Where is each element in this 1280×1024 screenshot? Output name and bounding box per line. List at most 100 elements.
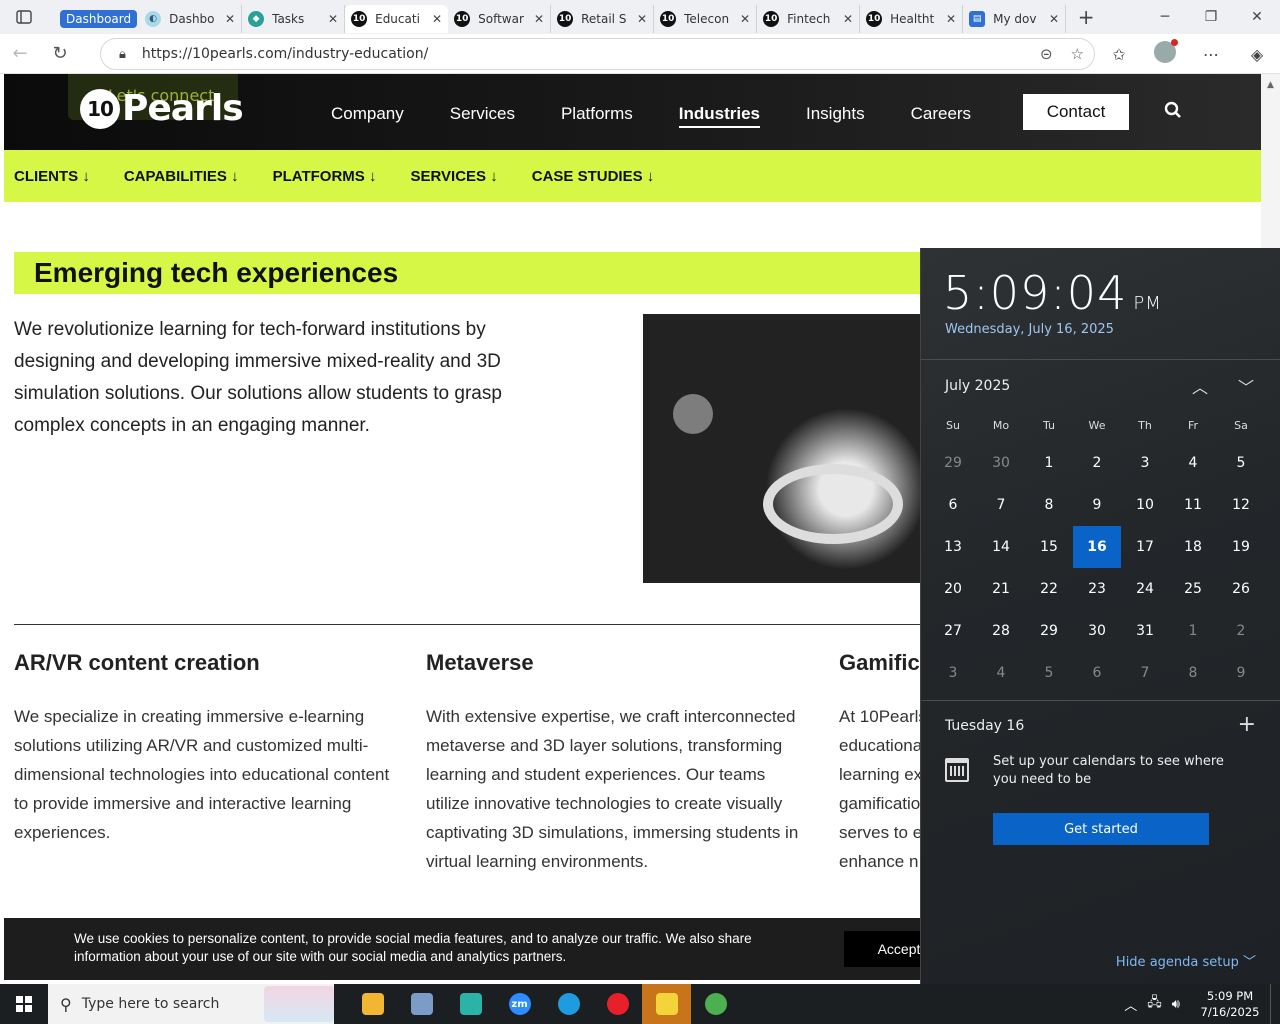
calendar-day[interactable]: 30	[1073, 610, 1121, 652]
browser-tab[interactable]: 10 Telecon ✕	[654, 5, 758, 33]
taskbar-edge-app[interactable]	[544, 984, 593, 1024]
url-field[interactable]: 🔒︎ https://10pearls.com/industry-educati…	[100, 38, 1095, 70]
close-tab-icon[interactable]: ✕	[946, 12, 956, 26]
taskbar-opera-app[interactable]	[593, 984, 642, 1024]
calendar-day[interactable]: 6	[929, 484, 977, 526]
calendar-day[interactable]: 26	[1217, 568, 1265, 610]
calendar-day[interactable]: 9	[1073, 484, 1121, 526]
calendar-day[interactable]: 31	[1121, 610, 1169, 652]
close-tab-icon[interactable]: ✕	[843, 12, 853, 26]
close-tab-icon[interactable]: ✕	[637, 12, 647, 26]
calendar-day[interactable]: 18	[1169, 526, 1217, 568]
add-event-icon[interactable]: +	[1238, 712, 1256, 737]
taskbar-zoom-app[interactable]: zm	[495, 984, 544, 1024]
close-tab-icon[interactable]: ✕	[225, 12, 235, 26]
calendar-day[interactable]: 5	[1025, 652, 1073, 694]
nav-item-industries[interactable]: Industries	[678, 104, 760, 128]
calendar-day[interactable]: 8	[1169, 652, 1217, 694]
taskbar-sticky-notes-app[interactable]	[642, 984, 691, 1024]
chevron-up-icon[interactable]: ︿	[1192, 374, 1208, 398]
nav-item-company[interactable]: Company	[331, 104, 404, 128]
subnav-item[interactable]: PLATFORMS ↓	[273, 168, 377, 185]
back-icon[interactable]: ←	[0, 34, 40, 74]
calendar-day[interactable]: 1	[1169, 610, 1217, 652]
calendar-day[interactable]: 20	[929, 568, 977, 610]
more-menu-icon[interactable]: ⋯	[1188, 45, 1234, 64]
calendar-day[interactable]: 9	[1217, 652, 1265, 694]
calendar-day[interactable]: 4	[977, 652, 1025, 694]
reader-icon[interactable]: ⊝	[1040, 45, 1053, 63]
browser-tab[interactable]: ◐ Dashbo ✕	[139, 5, 243, 33]
calendar-day-today[interactable]: 16	[1073, 526, 1121, 568]
lock-icon[interactable]: 🔒︎	[119, 47, 126, 62]
close-window-icon[interactable]: ✕	[1234, 0, 1280, 34]
subnav-item[interactable]: CLIENTS ↓	[14, 168, 90, 185]
copilot-icon[interactable]: ◈	[1234, 45, 1280, 64]
taskbar-diamond-app[interactable]	[446, 984, 495, 1024]
calendar-day[interactable]: 7	[1121, 652, 1169, 694]
browser-tab[interactable]: 10 Softwar ✕	[448, 5, 552, 33]
calendar-day[interactable]: 15	[1025, 526, 1073, 568]
calendar-day[interactable]: 1	[1025, 442, 1073, 484]
close-tab-icon[interactable]: ✕	[740, 12, 750, 26]
taskbar-clock[interactable]: 5:09 PM 7/16/2025	[1190, 988, 1270, 1020]
tab-group-chip[interactable]: Dashboard	[48, 5, 139, 33]
taskbar-search-box[interactable]: ⚲ Type here to search	[48, 984, 334, 1024]
favorites-icon[interactable]: ✩	[1096, 45, 1142, 64]
favorite-star-icon[interactable]: ☆	[1071, 45, 1084, 63]
calendar-day[interactable]: 13	[929, 526, 977, 568]
nav-item-services[interactable]: Services	[450, 104, 515, 128]
restore-icon[interactable]: ❐	[1188, 0, 1234, 34]
calendar-day[interactable]: 6	[1073, 652, 1121, 694]
get-started-button[interactable]: Get started	[993, 813, 1209, 845]
calendar-day[interactable]: 12	[1217, 484, 1265, 526]
taskbar-chrome-app[interactable]	[691, 984, 740, 1024]
contact-button[interactable]: Contact	[1023, 94, 1129, 130]
10pearls-logo[interactable]: 10 Pearls	[80, 88, 244, 129]
calendar-day[interactable]: 23	[1073, 568, 1121, 610]
start-button[interactable]	[0, 984, 48, 1024]
calendar-day[interactable]: 22	[1025, 568, 1073, 610]
calendar-day[interactable]: 28	[977, 610, 1025, 652]
close-tab-icon[interactable]: ✕	[432, 12, 442, 26]
calendar-day[interactable]: 14	[977, 526, 1025, 568]
minimize-icon[interactable]: ─	[1142, 0, 1188, 34]
calendar-day[interactable]: 4	[1169, 442, 1217, 484]
refresh-icon[interactable]: ↻	[40, 34, 80, 74]
month-label[interactable]: July 2025	[945, 378, 1010, 394]
hide-agenda-link[interactable]: Hide agenda setup ﹀	[1116, 951, 1256, 970]
calendar-day[interactable]: 10	[1121, 484, 1169, 526]
browser-tab[interactable]: ◆ Tasks ✕	[242, 5, 346, 33]
calendar-day[interactable]: 11	[1169, 484, 1217, 526]
browser-tab[interactable]: 10 Educati ✕	[345, 5, 449, 33]
calendar-day[interactable]: 29	[1025, 610, 1073, 652]
calendar-day[interactable]: 29	[929, 442, 977, 484]
calendar-day[interactable]: 8	[1025, 484, 1073, 526]
calendar-day[interactable]: 7	[977, 484, 1025, 526]
close-tab-icon[interactable]: ✕	[328, 12, 338, 26]
chevron-up-icon[interactable]: ︿	[1124, 995, 1137, 1014]
calendar-day[interactable]: 30	[977, 442, 1025, 484]
calendar-day[interactable]: 21	[977, 568, 1025, 610]
close-tab-icon[interactable]: ✕	[1049, 12, 1059, 26]
show-desktop-button[interactable]	[1270, 984, 1280, 1024]
chevron-down-icon[interactable]: ﹀	[1238, 374, 1254, 398]
calendar-day[interactable]: 25	[1169, 568, 1217, 610]
nav-item-careers[interactable]: Careers	[911, 104, 971, 128]
network-icon[interactable]: 🖧︎	[1147, 993, 1162, 1015]
calendar-day[interactable]: 3	[1121, 442, 1169, 484]
subnav-item[interactable]: SERVICES ↓	[410, 168, 497, 185]
close-tab-icon[interactable]: ✕	[534, 12, 544, 26]
taskbar-file-explorer[interactable]	[348, 984, 397, 1024]
calendar-day[interactable]: 19	[1217, 526, 1265, 568]
calendar-day[interactable]: 2	[1217, 610, 1265, 652]
taskbar-paint-app[interactable]	[397, 984, 446, 1024]
browser-tab[interactable]: 10 Retail S ✕	[551, 5, 655, 33]
calendar-day[interactable]: 5	[1217, 442, 1265, 484]
calendar-day[interactable]: 24	[1121, 568, 1169, 610]
tab-actions-icon[interactable]	[0, 0, 48, 34]
search-icon[interactable]	[1164, 100, 1182, 124]
calendar-day[interactable]: 3	[929, 652, 977, 694]
volume-icon[interactable]: 🔊︎	[1172, 997, 1180, 1012]
browser-tab[interactable]: ▤ My dov ✕	[963, 5, 1067, 33]
